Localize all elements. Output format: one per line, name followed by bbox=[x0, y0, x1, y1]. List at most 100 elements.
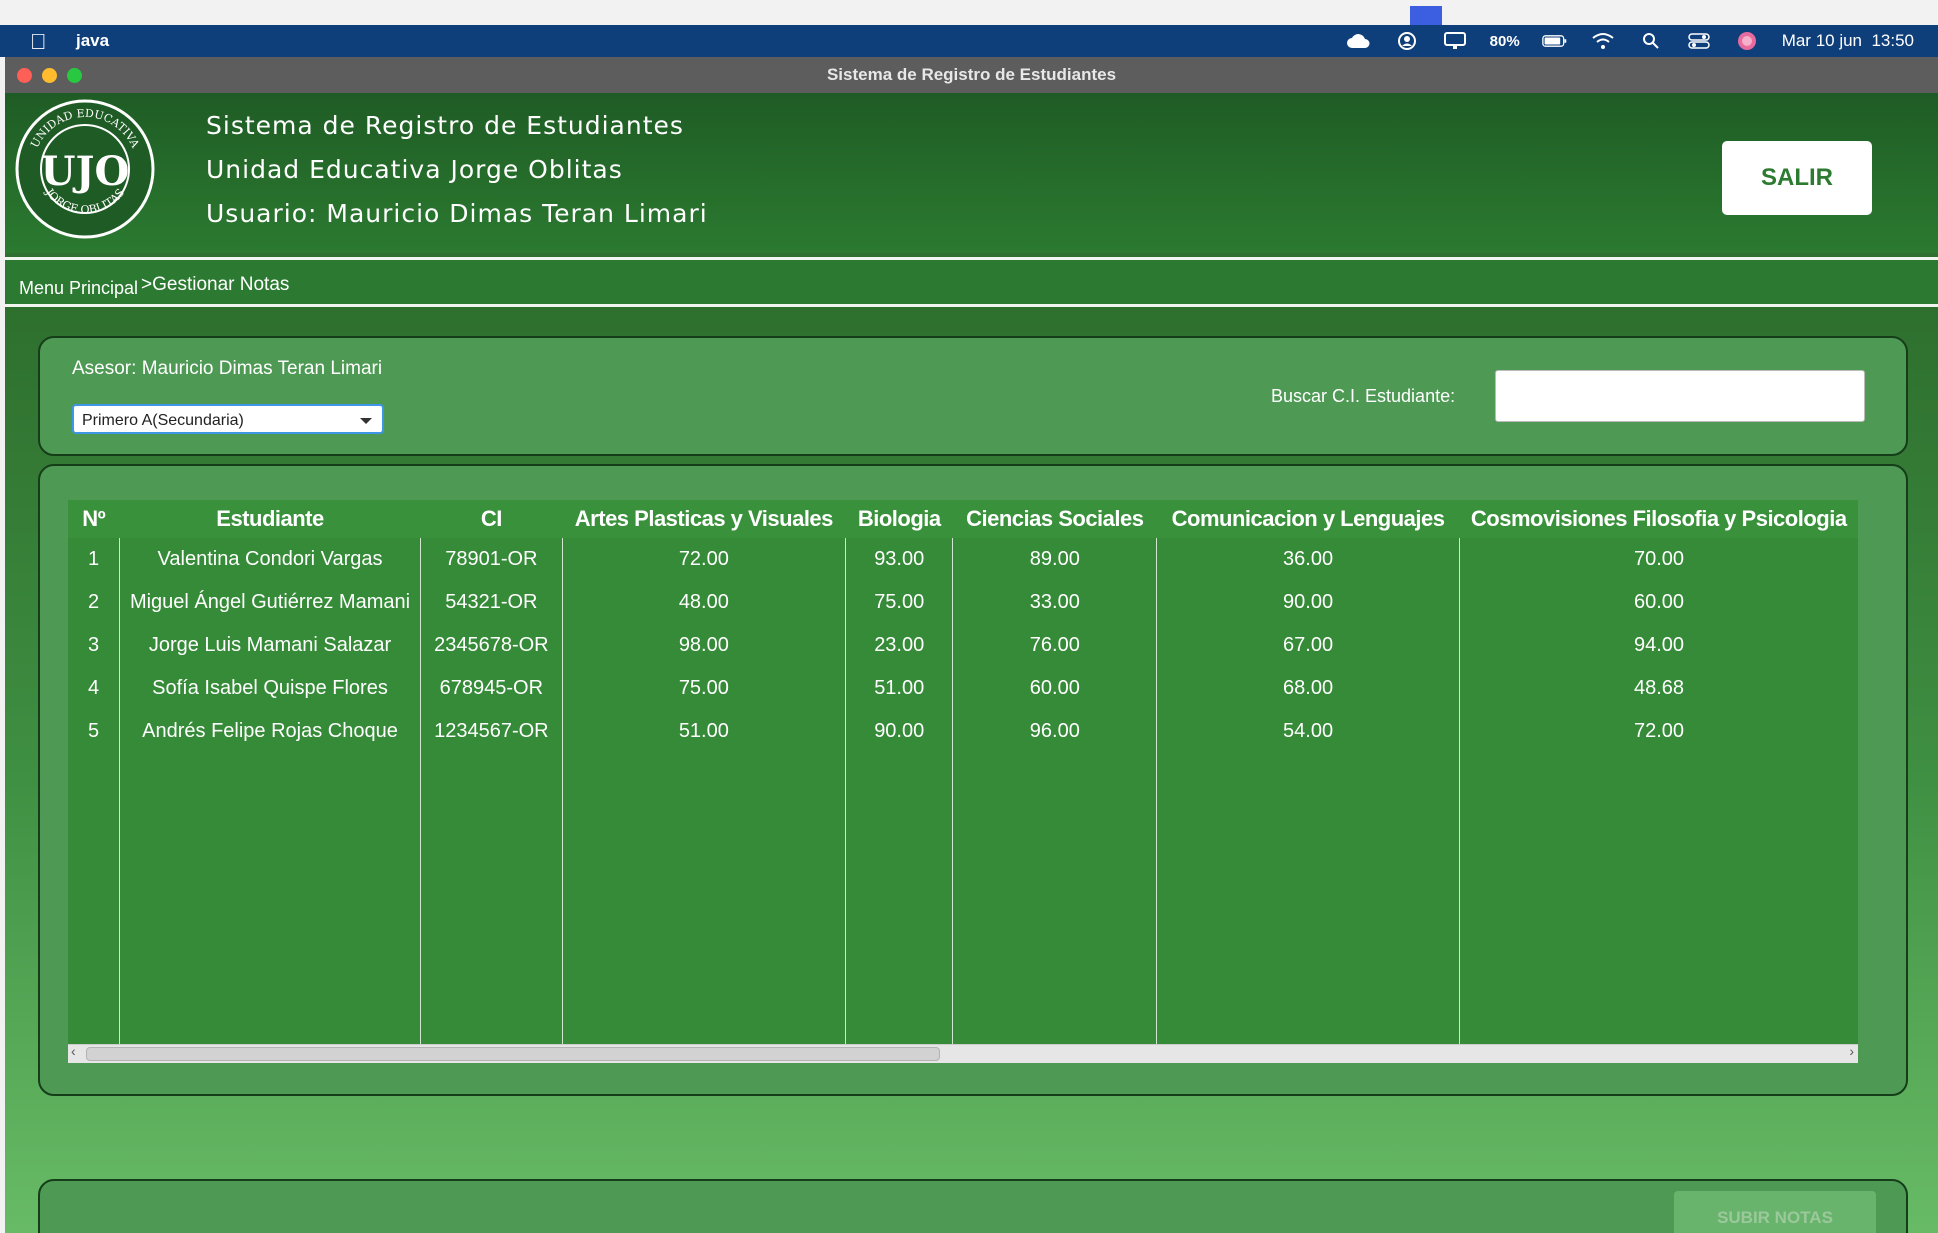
table-cell[interactable]: 48.68 bbox=[1458, 667, 1858, 710]
table-cell[interactable]: 3 bbox=[68, 624, 120, 667]
table-row[interactable]: 5 Andrés Felipe Rojas Choque 1234567-OR 51.… bbox=[68, 710, 1858, 753]
table-cell[interactable]: 2345678-OR bbox=[419, 624, 563, 667]
table-cell[interactable]: 76.00 bbox=[952, 624, 1157, 667]
table-cell[interactable]: 678945-OR bbox=[419, 667, 563, 710]
table-cell[interactable]: Miguel Ángel Gutiérrez Mamani bbox=[119, 581, 421, 624]
breadcrumb: Menu Principal >Gestionar Notas bbox=[5, 260, 1938, 304]
course-select[interactable]: Primero A(Secundaria) bbox=[72, 404, 384, 434]
search-ci-label: Buscar C.I. Estudiante: bbox=[1271, 386, 1456, 406]
table-cell[interactable]: 72.00 bbox=[561, 538, 846, 581]
table-cell[interactable]: 54.00 bbox=[1156, 710, 1460, 753]
battery-percent: 80% bbox=[1489, 32, 1520, 50]
empty-cell bbox=[1458, 753, 1858, 1044]
table-cell[interactable]: 72.00 bbox=[1458, 710, 1858, 753]
window-titlebar: Sistema de Registro de Estudiantes bbox=[5, 57, 1938, 93]
menubar-datetime[interactable]: Mar 10 jun 13:50 bbox=[1782, 31, 1914, 51]
table-empty-area bbox=[68, 753, 1858, 1044]
column-header[interactable]: Estudiante bbox=[119, 500, 421, 538]
table-cell[interactable]: 2 bbox=[68, 581, 120, 624]
table-row[interactable]: 3 Jorge Luis Mamani Salazar 2345678-OR 98.0… bbox=[68, 624, 1858, 667]
table-cell[interactable]: 93.00 bbox=[844, 538, 953, 581]
column-header[interactable]: Comunicacion y Lenguajes bbox=[1156, 500, 1460, 538]
app-header: UNIDAD EDUCATIVA JORGE OBLITAS UJO Siste… bbox=[5, 93, 1938, 253]
table-cell[interactable]: 94.00 bbox=[1458, 624, 1858, 667]
table-cell[interactable]: 1 bbox=[68, 538, 120, 581]
table-cell[interactable]: 60.00 bbox=[1458, 581, 1858, 624]
table-cell[interactable]: 5 bbox=[68, 710, 120, 753]
table-cell[interactable]: 23.00 bbox=[844, 624, 953, 667]
minimize-window-button[interactable] bbox=[42, 68, 57, 83]
logo-monogram: UJO bbox=[41, 148, 130, 195]
table-cell[interactable]: Andrés Felipe Rojas Choque bbox=[119, 710, 421, 753]
scroll-left-arrow-icon[interactable]: ‹ bbox=[71, 1043, 76, 1059]
empty-cell bbox=[119, 753, 421, 1044]
table-cell[interactable]: 75.00 bbox=[844, 581, 953, 624]
table-cell[interactable]: 90.00 bbox=[1156, 581, 1460, 624]
search-icon[interactable] bbox=[1638, 28, 1664, 54]
table-cell[interactable]: 75.00 bbox=[561, 667, 846, 710]
control-center-icon[interactable] bbox=[1686, 28, 1712, 54]
breadcrumb-current: >Gestionar Notas bbox=[141, 274, 290, 295]
display-icon[interactable] bbox=[1442, 28, 1468, 54]
apple-icon[interactable]:  bbox=[30, 29, 47, 55]
table-cell[interactable]: 54321-OR bbox=[419, 581, 563, 624]
empty-cell bbox=[844, 753, 953, 1044]
breadcrumb-home-link[interactable]: Menu Principal bbox=[19, 278, 138, 299]
table-horizontal-scrollbar[interactable]: ‹ › bbox=[68, 1043, 1858, 1063]
chevron-down-icon bbox=[360, 418, 372, 424]
user-circle-icon[interactable] bbox=[1394, 28, 1420, 54]
table-cell[interactable]: 98.00 bbox=[561, 624, 846, 667]
table-cell[interactable]: Jorge Luis Mamani Salazar bbox=[119, 624, 421, 667]
column-header[interactable]: Ciencias Sociales bbox=[952, 500, 1157, 538]
battery-icon[interactable] bbox=[1541, 28, 1568, 54]
scrollbar-thumb[interactable] bbox=[86, 1047, 940, 1061]
column-header[interactable]: Nº bbox=[68, 500, 120, 538]
exit-button[interactable]: SALIR bbox=[1722, 141, 1872, 215]
table-cell[interactable]: 4 bbox=[68, 667, 120, 710]
table-header-row: Nº Estudiante CI Artes Plasticas y Visuales… bbox=[68, 500, 1858, 538]
empty-cell bbox=[1156, 753, 1460, 1044]
upload-grades-button[interactable]: SUBIR NOTAS bbox=[1674, 1191, 1876, 1233]
cloud-icon[interactable] bbox=[1346, 28, 1372, 54]
table-cell[interactable]: 96.00 bbox=[952, 710, 1157, 753]
empty-cell bbox=[419, 753, 563, 1044]
table-row[interactable]: 4 Sofía Isabel Quispe Flores 678945-OR 75.0… bbox=[68, 667, 1858, 710]
table-row[interactable]: 2 Miguel Ángel Gutiérrez Mamani 54321-OR 48… bbox=[68, 581, 1858, 624]
header-system-title: Sistema de Registro de Estudiantes bbox=[206, 111, 684, 140]
table-cell[interactable]: 51.00 bbox=[561, 710, 846, 753]
close-window-button[interactable] bbox=[17, 68, 32, 83]
advisor-label: Asesor: Mauricio Dimas Teran Limari bbox=[72, 358, 383, 379]
empty-cell bbox=[561, 753, 846, 1044]
empty-cell bbox=[68, 753, 120, 1044]
table-cell[interactable]: Sofía Isabel Quispe Flores bbox=[119, 667, 421, 710]
filter-panel: Asesor: Mauricio Dimas Teran Limari Prim… bbox=[38, 336, 1908, 456]
table-cell[interactable]: Valentina Condori Vargas bbox=[119, 538, 421, 581]
actions-panel: SUBIR NOTAS bbox=[38, 1179, 1908, 1233]
table-cell[interactable]: 51.00 bbox=[844, 667, 953, 710]
column-header[interactable]: CI bbox=[420, 500, 563, 538]
table-row[interactable]: 1 Valentina Condori Vargas 78901-OR 72.00 93… bbox=[68, 538, 1858, 581]
column-header[interactable]: Biologia bbox=[845, 500, 953, 538]
table-cell[interactable]: 68.00 bbox=[1156, 667, 1460, 710]
search-ci-input[interactable] bbox=[1495, 370, 1865, 422]
table-cell[interactable]: 60.00 bbox=[952, 667, 1157, 710]
grades-table-panel: Nº Estudiante CI Artes Plasticas y Visuales… bbox=[38, 464, 1908, 1096]
zoom-window-button[interactable] bbox=[67, 68, 82, 83]
table-cell[interactable]: 36.00 bbox=[1156, 538, 1460, 581]
table-cell[interactable]: 78901-OR bbox=[419, 538, 563, 581]
table-cell[interactable]: 33.00 bbox=[952, 581, 1157, 624]
table-cell[interactable]: 89.00 bbox=[952, 538, 1157, 581]
table-cell[interactable]: 48.00 bbox=[561, 581, 846, 624]
scroll-right-arrow-icon[interactable]: › bbox=[1849, 1043, 1854, 1059]
window-title: Sistema de Registro de Estudiantes bbox=[826, 65, 1117, 84]
table-cell[interactable]: 1234567-OR bbox=[419, 710, 563, 753]
table-cell[interactable]: 90.00 bbox=[844, 710, 953, 753]
table-cell[interactable]: 67.00 bbox=[1156, 624, 1460, 667]
app-menu-name[interactable]: java bbox=[76, 31, 109, 51]
column-header[interactable]: Artes Plasticas y Visuales bbox=[562, 500, 846, 538]
table-cell[interactable]: 70.00 bbox=[1458, 538, 1858, 581]
grades-table-viewport: Nº Estudiante CI Artes Plasticas y Visuales… bbox=[68, 500, 1858, 1044]
column-header[interactable]: Cosmovisiones Filosofia y Psicologia bbox=[1459, 500, 1858, 538]
siri-icon[interactable] bbox=[1734, 28, 1760, 54]
wifi-icon[interactable] bbox=[1590, 28, 1616, 54]
